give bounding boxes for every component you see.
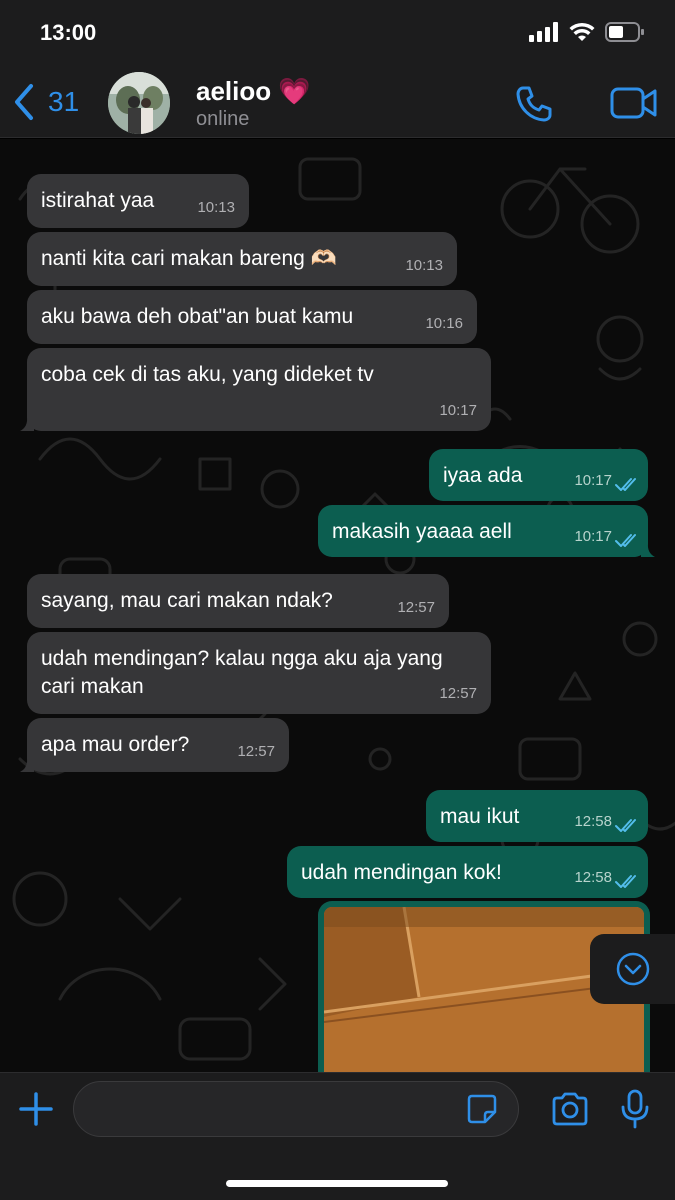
camera-icon	[552, 1092, 588, 1126]
message-text: udah mendingan kok!	[301, 861, 502, 884]
message-time: 10:17	[574, 528, 612, 545]
status-time: 13:00	[40, 20, 97, 45]
chat-header: 31 aelioo 💗 online	[0, 68, 675, 138]
message-time: 12:58	[574, 869, 612, 886]
message-text: istirahat yaa	[41, 189, 155, 212]
scroll-to-bottom-button[interactable]	[590, 934, 675, 1004]
video-camera-icon	[610, 87, 657, 119]
read-ticks-icon	[615, 875, 636, 888]
message-text: iyaa ada	[443, 464, 523, 487]
message-bubble-incoming[interactable]: apa mau order? 12:57	[20, 718, 289, 772]
message-time: 12:58	[574, 813, 612, 830]
message-time: 10:17	[439, 402, 477, 419]
message-text: sayang, mau cari makan ndak?	[41, 589, 333, 612]
sticker-icon	[467, 1094, 497, 1124]
wifi-icon	[569, 22, 595, 41]
message-time: 10:13	[405, 257, 443, 274]
attach-button[interactable]	[18, 1091, 54, 1132]
message-text: nanti kita cari makan bareng 🫶🏻	[41, 247, 337, 270]
chevron-left-icon	[15, 84, 33, 120]
message-time: 12:57	[237, 743, 275, 760]
microphone-icon	[621, 1089, 649, 1129]
message-time: 12:57	[397, 599, 435, 616]
message-text: makasih yaaaa aell	[332, 520, 512, 543]
chat-area[interactable]: istirahat yaa 10:13 nanti kita cari maka…	[0, 139, 675, 1072]
contact-status: online	[196, 108, 250, 130]
phone-icon	[516, 86, 552, 122]
message-text: coba cek di tas aku, yang dideket tv	[41, 363, 374, 386]
input-bar	[0, 1072, 675, 1200]
message-bubble-incoming[interactable]: istirahat yaa 10:13	[27, 174, 249, 228]
home-indicator	[226, 1180, 448, 1187]
chevron-down-circle-icon	[616, 952, 649, 986]
plus-icon	[19, 1092, 53, 1126]
battery-icon	[605, 22, 644, 42]
microphone-button[interactable]	[620, 1089, 650, 1134]
voice-call-button[interactable]	[514, 84, 554, 129]
status-bar: 13:00	[0, 0, 675, 68]
message-text: apa mau order?	[41, 733, 190, 756]
message-bubble-incoming[interactable]: udah mendingan? kalau ngga aku aja yang …	[27, 632, 491, 714]
avatar[interactable]	[108, 72, 170, 134]
contact-emoji: 💗	[278, 76, 311, 106]
message-bubble-outgoing[interactable]: udah mendingan kok! 12:58	[287, 846, 648, 898]
message-bubble-incoming[interactable]: coba cek di tas aku, yang dideket tv 10:…	[20, 348, 491, 431]
read-ticks-icon	[615, 819, 636, 832]
unread-count: 31	[48, 86, 80, 117]
message-bubble-incoming[interactable]: sayang, mau cari makan ndak? 12:57	[27, 574, 449, 628]
contact-name[interactable]: aelioo 💗	[196, 76, 311, 107]
back-button[interactable]: 31	[12, 82, 79, 122]
message-time: 10:16	[425, 315, 463, 332]
message-time: 10:13	[197, 199, 235, 216]
camera-button[interactable]	[550, 1091, 590, 1132]
video-call-button[interactable]	[610, 86, 658, 125]
message-bubble-outgoing[interactable]: iyaa ada 10:17	[429, 449, 648, 501]
status-icons	[529, 22, 645, 42]
message-bubble-outgoing[interactable]: mau ikut 12:58	[426, 790, 648, 842]
message-text: mau ikut	[440, 805, 520, 828]
signal-icon	[529, 22, 558, 42]
message-input[interactable]	[73, 1081, 519, 1137]
message-time: 10:17	[574, 472, 612, 489]
message-bubble-incoming[interactable]: nanti kita cari makan bareng 🫶🏻 10:13	[27, 232, 457, 286]
sticker-button[interactable]	[466, 1093, 498, 1130]
read-ticks-icon	[615, 478, 636, 491]
contact-name-text: aelioo	[196, 76, 272, 106]
message-time: 12:57	[439, 685, 477, 702]
message-bubble-incoming[interactable]: aku bawa deh obat"an buat kamu 10:16	[27, 290, 477, 344]
message-text: udah mendingan? kalau ngga aku aja yang …	[41, 647, 443, 698]
message-bubble-outgoing[interactable]: makasih yaaaa aell 10:17	[318, 505, 655, 557]
message-text: aku bawa deh obat"an buat kamu	[41, 305, 354, 328]
read-ticks-icon	[615, 534, 636, 547]
